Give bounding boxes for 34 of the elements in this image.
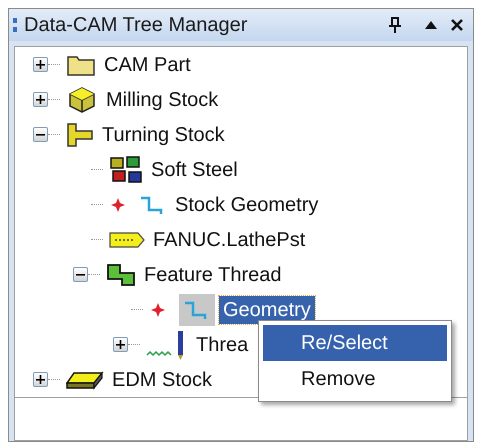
expand-toggle[interactable] — [113, 337, 128, 352]
tree-item[interactable]: Geometry — [219, 296, 315, 324]
tree-item[interactable]: Stock Geometry — [171, 190, 322, 218]
plus-icon — [36, 95, 45, 104]
expand-toggle[interactable] — [33, 57, 48, 72]
tag-icon — [109, 230, 145, 250]
tree-item[interactable]: Milling Stock — [102, 86, 222, 114]
expand-toggle[interactable] — [33, 92, 48, 107]
collapse-toggle[interactable] — [33, 127, 48, 142]
star-icon — [151, 302, 165, 316]
tree-item[interactable]: Soft Steel — [147, 156, 242, 184]
tree-item[interactable]: Threa — [192, 330, 252, 358]
shaft-icon — [66, 122, 94, 148]
plus-icon — [36, 375, 45, 384]
plus-icon — [116, 340, 125, 349]
blocks-icon — [109, 154, 143, 184]
menu-item[interactable]: Remove — [263, 361, 447, 397]
tree-item[interactable]: FANUC.LathePst — [149, 226, 310, 254]
close-icon[interactable] — [451, 19, 463, 31]
collapse-toggle[interactable] — [73, 267, 88, 282]
grip-icon[interactable] — [13, 17, 18, 33]
tree-item[interactable]: EDM Stock — [108, 366, 216, 394]
plate-icon — [66, 370, 104, 390]
tree-item[interactable]: Turning Stock — [98, 120, 229, 148]
window-title: Data-CAM Tree Manager — [24, 13, 248, 38]
menu-item[interactable]: Re/Select — [263, 325, 447, 361]
collapse-icon[interactable] — [425, 21, 437, 29]
expand-toggle[interactable] — [33, 372, 48, 387]
star-icon — [111, 198, 125, 212]
tree-item[interactable]: CAM Part — [100, 50, 195, 78]
pin-icon[interactable] — [389, 17, 401, 33]
tree-item[interactable]: Feature Thread — [140, 260, 286, 288]
step-icon — [106, 262, 136, 286]
plus-icon — [36, 60, 45, 69]
